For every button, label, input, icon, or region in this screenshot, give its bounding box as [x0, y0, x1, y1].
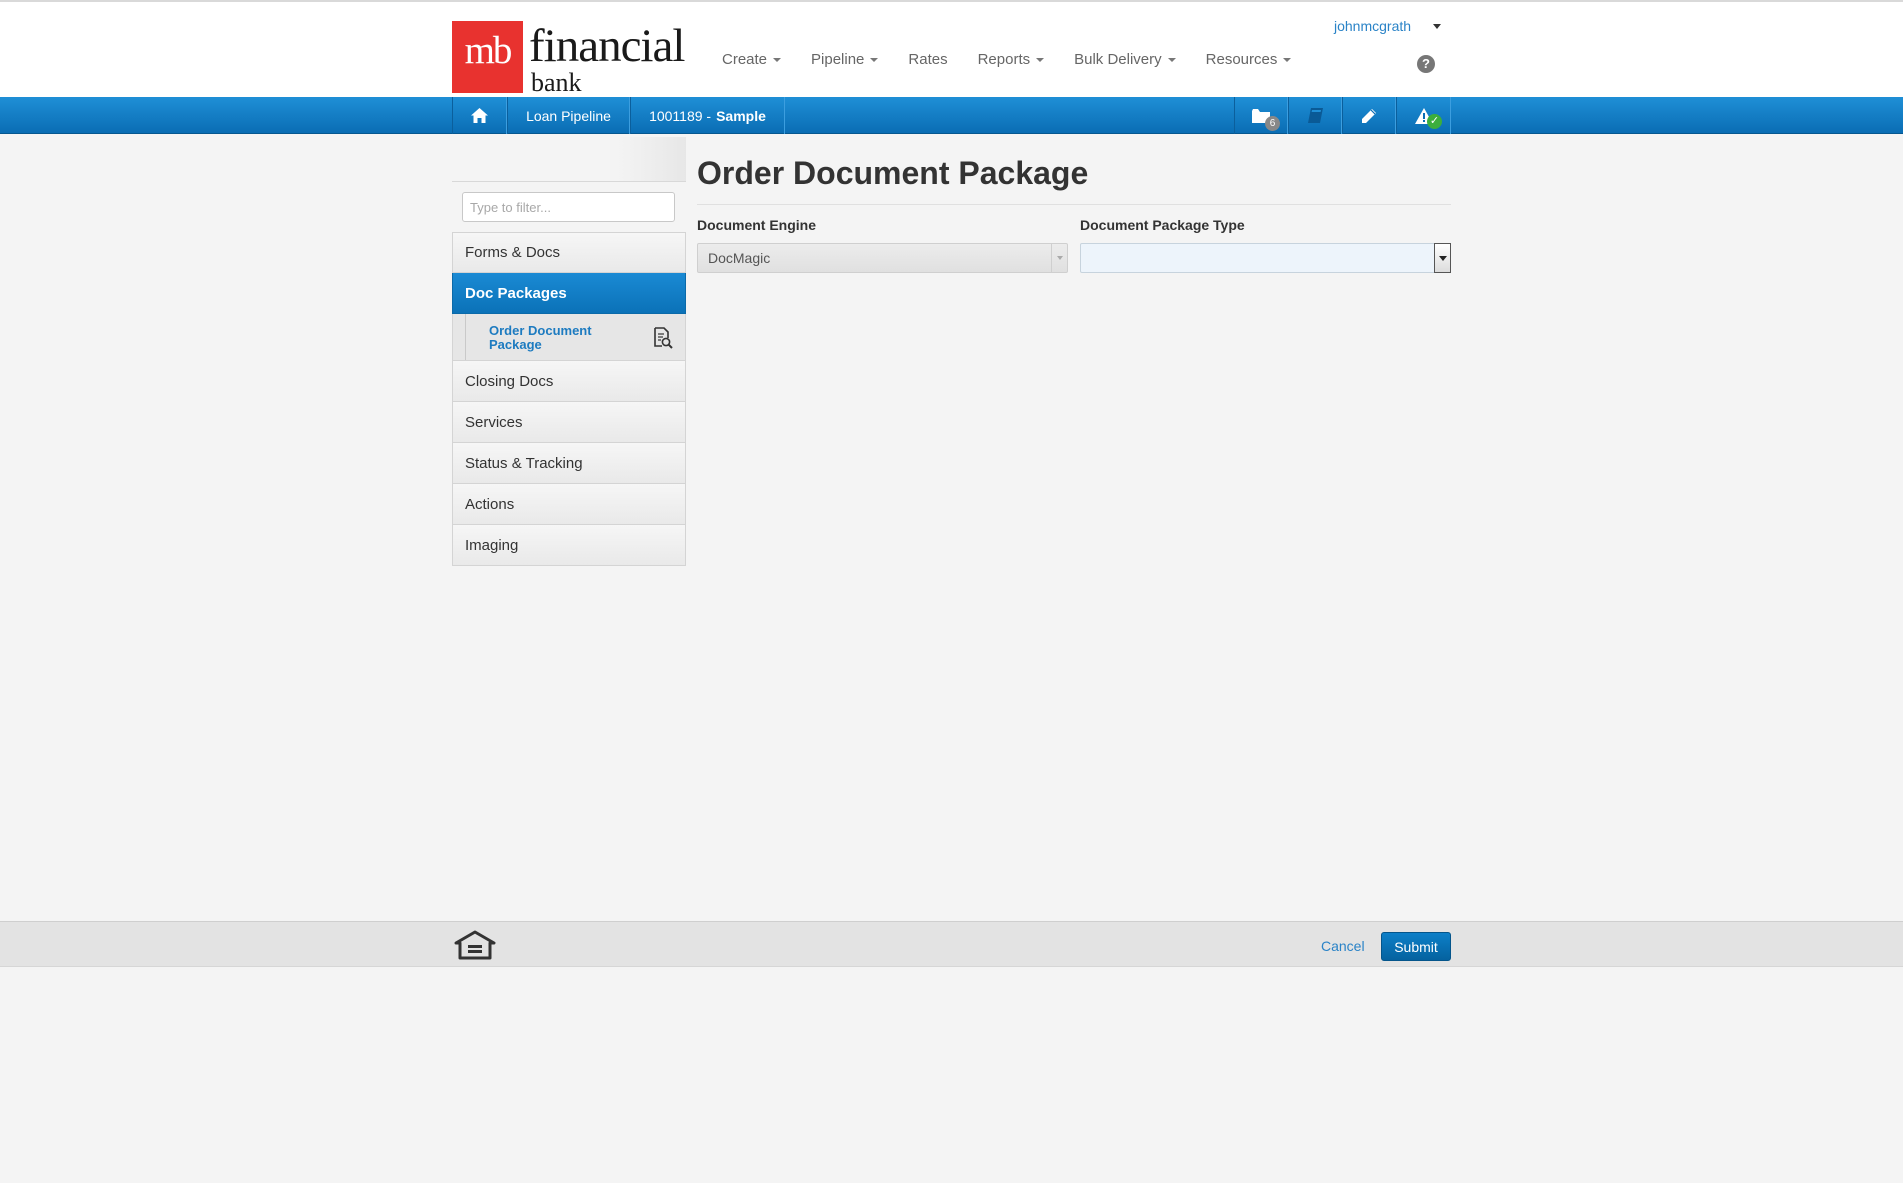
document-package-type-select[interactable] — [1080, 243, 1451, 273]
sidebar-item-forms-docs[interactable]: Forms & Docs — [452, 232, 686, 273]
document-search-icon — [654, 327, 673, 349]
subitem-label: Order Document Package — [489, 323, 592, 352]
page-footer: Cancel Submit — [0, 921, 1903, 967]
document-engine-select: DocMagic — [697, 243, 1068, 273]
document-package-type-label: Document Package Type — [1080, 217, 1245, 233]
caret-down-icon — [1283, 57, 1292, 62]
loan-name: Sample — [716, 107, 766, 124]
caret-down-icon — [1433, 23, 1442, 29]
sidebar-item-imaging[interactable]: Imaging — [452, 525, 686, 566]
mb-financial-logo[interactable]: mb financial bank — [452, 20, 685, 97]
folder-count-badge: 6 — [1265, 116, 1280, 131]
nav-resources[interactable]: Resources — [1206, 51, 1292, 68]
home-button[interactable] — [452, 97, 507, 134]
subitem-indent-line — [465, 314, 466, 360]
engine-dropdown-arrow — [1051, 244, 1067, 272]
app-header: mb financial bank Create Pipeline Rates … — [0, 0, 1903, 97]
help-icon[interactable]: ? — [1417, 55, 1435, 73]
nav-reports[interactable]: Reports — [978, 51, 1045, 68]
loan-toolbar: Loan Pipeline 1001189 - Sample 6 ✓ — [0, 97, 1903, 134]
sidebar-header — [452, 137, 686, 182]
sidebar-item-actions[interactable]: Actions — [452, 484, 686, 525]
page-title: Order Document Package — [697, 155, 1089, 191]
sidebar-item-status-tracking[interactable]: Status & Tracking — [452, 443, 686, 484]
sidebar-item-doc-packages[interactable]: Doc Packages — [452, 273, 686, 314]
user-name: johnmcgrath — [1334, 18, 1412, 34]
sidebar-item-services[interactable]: Services — [452, 402, 686, 443]
alerts-button[interactable]: ✓ — [1396, 97, 1451, 134]
sidebar-nav: Forms & Docs Doc Packages Order Document… — [452, 232, 686, 566]
logo-word-bank: bank — [531, 68, 582, 97]
nav-pipeline[interactable]: Pipeline — [811, 51, 879, 68]
home-icon — [471, 108, 488, 123]
notes-button[interactable] — [1288, 97, 1342, 134]
edit-button[interactable] — [1342, 97, 1396, 134]
caret-down-icon — [773, 57, 782, 62]
sidebar-filter-input[interactable] — [462, 192, 675, 222]
documents-folder-button[interactable]: 6 — [1234, 97, 1288, 134]
chevron-down-icon — [1438, 255, 1447, 261]
pencil-icon — [1362, 108, 1376, 123]
user-menu[interactable]: johnmcgrath — [1334, 18, 1442, 34]
nav-rates[interactable]: Rates — [908, 51, 947, 68]
document-engine-label: Document Engine — [697, 217, 817, 233]
title-divider — [697, 204, 1451, 205]
main-nav: Create Pipeline Rates Reports Bulk Deliv… — [722, 51, 1321, 68]
book-icon — [1307, 108, 1323, 123]
nav-bulk-delivery[interactable]: Bulk Delivery — [1074, 51, 1176, 68]
cancel-link[interactable]: Cancel — [1321, 938, 1365, 954]
sidebar-subitem-order-document-package[interactable]: Order Document Package — [452, 314, 686, 361]
document-engine-value: DocMagic — [708, 250, 771, 266]
check-icon: ✓ — [1427, 114, 1442, 129]
nav-create[interactable]: Create — [722, 51, 782, 68]
sidebar-item-closing-docs[interactable]: Closing Docs — [452, 361, 686, 402]
loan-number: 1001189 - — [649, 107, 712, 124]
caret-down-icon — [1036, 57, 1045, 62]
logo-mark: mb — [452, 21, 523, 93]
package-dropdown-arrow[interactable] — [1434, 243, 1451, 273]
equal-housing-lender-icon — [454, 930, 496, 960]
breadcrumb-current-loan[interactable]: 1001189 - Sample — [630, 97, 785, 134]
chevron-down-icon — [1056, 256, 1063, 260]
breadcrumb-loan-pipeline[interactable]: Loan Pipeline — [507, 97, 630, 134]
submit-button[interactable]: Submit — [1381, 932, 1451, 961]
caret-down-icon — [1167, 57, 1176, 62]
logo-word-financial: financial — [529, 20, 685, 72]
caret-down-icon — [870, 57, 879, 62]
